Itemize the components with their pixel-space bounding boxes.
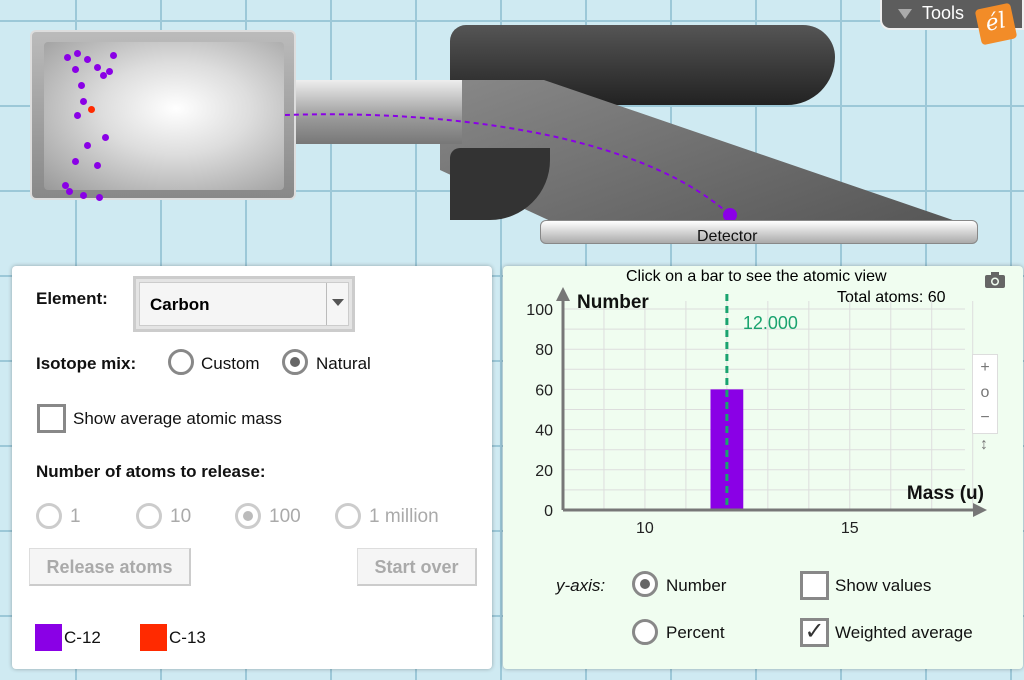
ion-beam: [285, 113, 737, 222]
release-atoms-button[interactable]: Release atoms: [29, 548, 191, 586]
radio-natural[interactable]: [282, 349, 308, 375]
zoom-out-button[interactable]: −: [973, 405, 997, 430]
atom: [66, 188, 73, 195]
atom: [80, 192, 87, 199]
atom: [80, 98, 87, 105]
atom: [106, 68, 113, 75]
release-count-label: Number of atoms to release:: [36, 462, 266, 481]
x-axis-arrow: [973, 503, 987, 517]
element-label: Element:: [36, 289, 108, 308]
graph-panel: Click on a bar to see the atomic view To…: [503, 266, 1023, 669]
radio-percent[interactable]: [632, 619, 658, 645]
zoom-controls: + o −: [972, 354, 998, 434]
x-tick-label: 10: [636, 520, 654, 537]
detector: [540, 220, 978, 244]
y-axis-arrow: [556, 287, 570, 301]
c13-swatch: [140, 624, 167, 651]
show-values-label: Show values: [835, 576, 932, 595]
atom: [110, 52, 117, 59]
y-tick-label: 80: [535, 342, 553, 359]
c12-label: C-12: [64, 628, 101, 647]
radio-number[interactable]: [632, 571, 658, 597]
show-average-checkbox[interactable]: [37, 404, 66, 433]
atom: [96, 194, 103, 201]
y-tick-label: 40: [535, 423, 553, 440]
zoom-in-button[interactable]: +: [973, 355, 997, 380]
c13-label: C-13: [169, 628, 206, 647]
atom: [64, 54, 71, 61]
option-1-million-label: 1 million: [369, 506, 439, 527]
atom: [78, 82, 85, 89]
weighted-average-value: 12.000: [743, 313, 798, 333]
mass-spectrum-chart: 0 20 40 60 80 100 10 15 Number Mass (u) 12.000: [526, 287, 987, 537]
explorelearning-logo: él: [974, 2, 1018, 46]
triangle-down-icon: [898, 9, 912, 19]
atom: [84, 142, 91, 149]
option-10-label: 10: [170, 506, 192, 527]
chevron-down-icon: [326, 283, 348, 325]
y-axis-title: Number: [577, 292, 649, 313]
scale-toggle-icon[interactable]: ↕: [980, 436, 988, 454]
isotope-mix-label: Isotope mix:: [36, 354, 137, 373]
detector-label: Detector: [697, 228, 758, 245]
radio-custom[interactable]: [168, 349, 194, 375]
start-over-button[interactable]: Start over: [357, 548, 477, 586]
atom: [74, 112, 81, 119]
y-tick-label: 0: [544, 503, 553, 520]
option-1-label: 1: [70, 506, 81, 527]
x-axis-title: Mass (u): [907, 483, 984, 504]
atom: [84, 56, 91, 63]
y-tick-label: 60: [535, 382, 553, 399]
yaxis-label: y-axis:: [556, 576, 606, 595]
element-dropdown[interactable]: Carbon: [133, 276, 355, 332]
natural-label: Natural: [316, 354, 371, 373]
number-label: Number: [666, 576, 727, 595]
weighted-average-label: Weighted average: [835, 623, 973, 642]
show-values-checkbox[interactable]: [800, 571, 829, 600]
x-tick-label: 15: [841, 520, 859, 537]
atom: [94, 64, 101, 71]
atom: [74, 50, 81, 57]
atom: [72, 158, 79, 165]
c12-swatch: [35, 624, 62, 651]
option-100-label: 100: [269, 506, 301, 527]
weighted-average-checkbox[interactable]: ✓: [800, 618, 829, 647]
radio-1-million[interactable]: [335, 503, 361, 529]
zoom-reset-button[interactable]: o: [973, 380, 997, 405]
radio-1[interactable]: [36, 503, 62, 529]
controls-panel: Element: Carbon Isotope mix: Custom Natu…: [12, 266, 492, 669]
ionization-chamber: [30, 30, 296, 201]
radio-10[interactable]: [136, 503, 162, 529]
y-tick-label: 20: [535, 463, 553, 480]
y-tick-label: 100: [526, 302, 553, 319]
atom: [88, 106, 95, 113]
show-average-label: Show average atomic mass: [73, 409, 282, 428]
radio-100[interactable]: [235, 503, 261, 529]
custom-label: Custom: [201, 354, 260, 373]
atom: [72, 66, 79, 73]
percent-label: Percent: [666, 623, 725, 642]
atom: [102, 134, 109, 141]
atom: [94, 162, 101, 169]
